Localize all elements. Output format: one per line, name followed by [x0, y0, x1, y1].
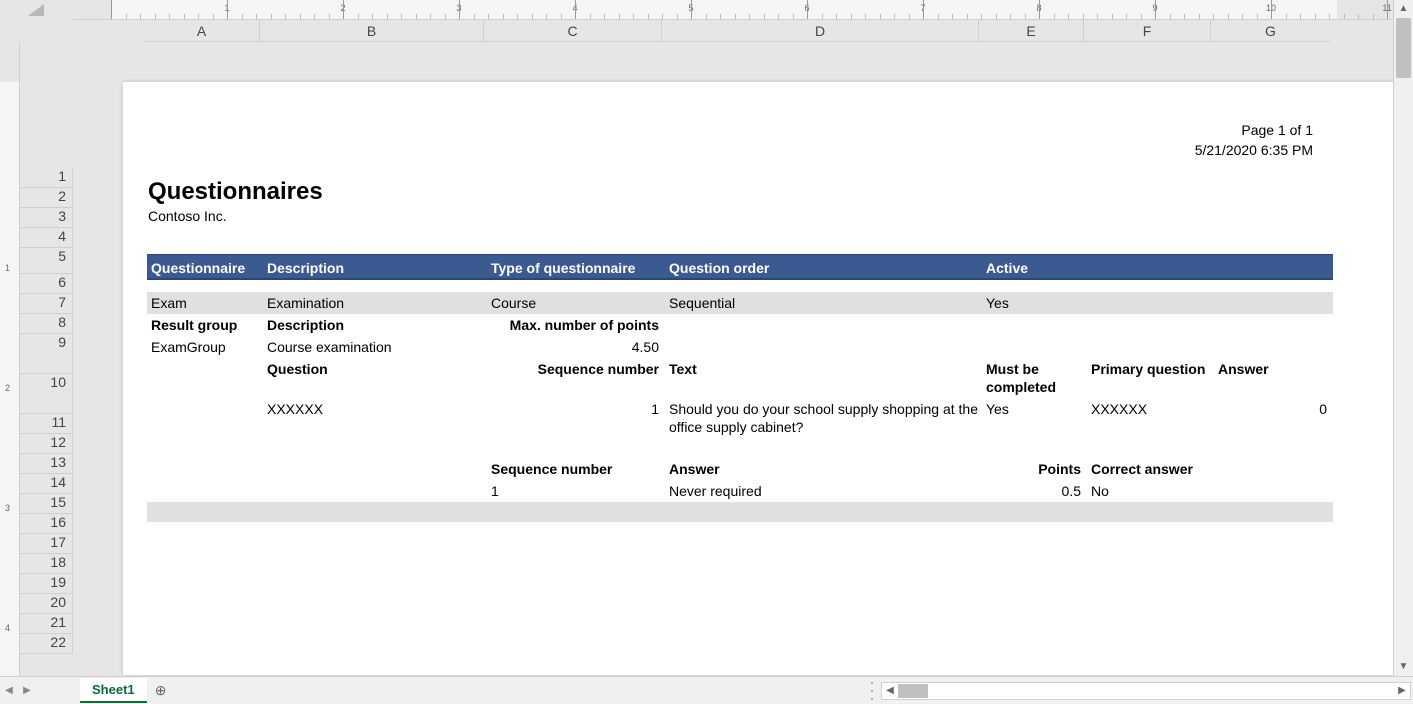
worksheet-area[interactable]: Page 1 of 1 5/21/2020 6:35 PM Questionna… [73, 42, 1393, 676]
hdr-text: Text [665, 358, 982, 398]
footer-gray-row [147, 502, 1333, 522]
cell-question[interactable]: XXXXXX [263, 398, 487, 438]
answer-header-row: Sequence number Answer Points Correct an… [147, 458, 1333, 480]
cell-type[interactable]: Course [487, 292, 665, 314]
scroll-up-icon[interactable]: ▲ [1394, 0, 1413, 18]
hdr-question: Question [263, 358, 487, 398]
vertical-ruler: 1 2 3 4 [0, 42, 20, 676]
row-header[interactable]: 9 [20, 334, 73, 374]
row-header[interactable]: 21 [20, 614, 73, 634]
hdr-ans-points: Points [982, 458, 1087, 480]
answer-row: 1 Never required 0.5 No [147, 480, 1333, 502]
result-row: ExamGroup Course examination 4.50 [147, 336, 1333, 358]
cell-primary[interactable]: XXXXXX [1087, 398, 1214, 438]
col-header-c[interactable]: C [484, 20, 662, 42]
report-title: Questionnaires [148, 178, 1393, 206]
page-datetime: 5/21/2020 6:35 PM [1195, 140, 1313, 160]
row-header[interactable]: 13 [20, 454, 73, 474]
row-header[interactable]: 10 [20, 374, 73, 414]
hdr-description: Description [263, 255, 487, 278]
col-header-d[interactable]: D [662, 20, 979, 42]
row-header[interactable]: 1 [20, 168, 73, 188]
row-header[interactable]: 5 [20, 248, 73, 274]
row-header[interactable]: 6 [20, 274, 73, 294]
cell-order[interactable]: Sequential [665, 292, 982, 314]
cell-ans-answer[interactable]: Never required [665, 480, 982, 502]
cell-result-group[interactable]: ExamGroup [147, 336, 263, 358]
question-row: XXXXXX 1 Should you do your school suppl… [147, 398, 1333, 438]
row-header[interactable]: 2 [20, 188, 73, 208]
col-header-f[interactable]: F [1084, 20, 1211, 42]
row-headers: 1 2 3 4 5 6 7 8 9 10 11 12 13 14 15 16 1… [20, 42, 73, 676]
tab-prev-icon[interactable]: ◀ [0, 685, 18, 696]
cell-ans-points[interactable]: 0.5 [982, 480, 1087, 502]
tab-next-icon[interactable]: ▶ [18, 685, 36, 696]
hdr-order: Question order [665, 255, 982, 278]
cell-active[interactable]: Yes [982, 292, 1087, 314]
hdr-primary: Primary question [1087, 358, 1214, 398]
horizontal-ruler: 1234567891011 [73, 0, 1393, 20]
row-header[interactable]: 15 [20, 494, 73, 514]
hdr-type: Type of questionnaire [487, 255, 665, 278]
vertical-scrollbar[interactable]: ▲ ▼ [1393, 0, 1413, 676]
hdr-max-points: Max. number of points [487, 314, 665, 336]
questionnaire-row: Exam Examination Course Sequential Yes [147, 292, 1333, 314]
cell-questionnaire[interactable]: Exam [147, 292, 263, 314]
row-header[interactable]: 22 [20, 634, 73, 654]
cell-max-points[interactable]: 4.50 [487, 336, 665, 358]
cell-answer[interactable]: 0 [1214, 398, 1333, 438]
hdr-seq: Sequence number [487, 358, 665, 398]
col-header-e[interactable]: E [979, 20, 1084, 42]
row-header[interactable]: 4 [20, 228, 73, 248]
questionnaire-header-row: Questionnaire Description Type of questi… [147, 254, 1333, 280]
cell-text[interactable]: Should you do your school supply shoppin… [665, 398, 982, 438]
hdr-active: Active [982, 255, 1087, 278]
select-all-triangle[interactable] [0, 0, 48, 20]
hdr-ans-answer: Answer [665, 458, 982, 480]
col-header-g[interactable]: G [1211, 20, 1330, 42]
page-number: Page 1 of 1 [1195, 120, 1313, 140]
hdr-ans-seq: Sequence number [487, 458, 665, 480]
cell-must[interactable]: Yes [982, 398, 1087, 438]
sheet-tab[interactable]: Sheet1 [80, 678, 147, 703]
row-header[interactable]: 7 [20, 294, 73, 314]
sheet-tab-bar: ◀ ▶ Sheet1 ⊕ ◀ ▶ [0, 676, 1413, 704]
company-name: Contoso Inc. [148, 208, 1393, 224]
hscroll-thumb[interactable] [898, 684, 928, 698]
scroll-thumb[interactable] [1396, 18, 1411, 78]
hdr-result-group: Result group [147, 314, 263, 336]
cell-description[interactable]: Examination [263, 292, 487, 314]
horizontal-scrollbar[interactable]: ◀ ▶ [881, 682, 1411, 700]
row-header[interactable]: 17 [20, 534, 73, 554]
row-header[interactable]: 16 [20, 514, 73, 534]
hdr-questionnaire: Questionnaire [147, 255, 263, 278]
row-header[interactable]: 12 [20, 434, 73, 454]
question-header-row: Question Sequence number Text Must be co… [147, 358, 1333, 398]
row-header[interactable]: 11 [20, 414, 73, 434]
print-page: Page 1 of 1 5/21/2020 6:35 PM Questionna… [123, 82, 1393, 675]
cell-ans-seq[interactable]: 1 [487, 480, 665, 502]
hscroll-left-icon[interactable]: ◀ [882, 685, 898, 696]
hdr-answer: Answer [1214, 358, 1333, 398]
row-header[interactable]: 3 [20, 208, 73, 228]
row-header[interactable]: 14 [20, 474, 73, 494]
col-header-a[interactable]: A [144, 20, 260, 42]
scroll-down-icon[interactable]: ▼ [1394, 658, 1413, 676]
splitter-icon[interactable] [869, 682, 875, 700]
col-header-b[interactable]: B [260, 20, 484, 42]
new-sheet-button[interactable]: ⊕ [147, 682, 175, 699]
cell-seq[interactable]: 1 [487, 398, 665, 438]
result-header-row: Result group Description Max. number of … [147, 314, 1333, 336]
hscroll-right-icon[interactable]: ▶ [1394, 685, 1410, 696]
row-header[interactable]: 19 [20, 574, 73, 594]
row-header[interactable]: 20 [20, 594, 73, 614]
cell-ans-correct[interactable]: No [1087, 480, 1214, 502]
hdr-ans-correct: Correct answer [1087, 458, 1214, 480]
column-headers: A B C D E F G [73, 20, 1393, 42]
row-header[interactable]: 8 [20, 314, 73, 334]
hdr-must: Must be completed [982, 358, 1087, 398]
cell-result-desc[interactable]: Course examination [263, 336, 487, 358]
row-header[interactable]: 18 [20, 554, 73, 574]
hdr-result-desc: Description [263, 314, 487, 336]
